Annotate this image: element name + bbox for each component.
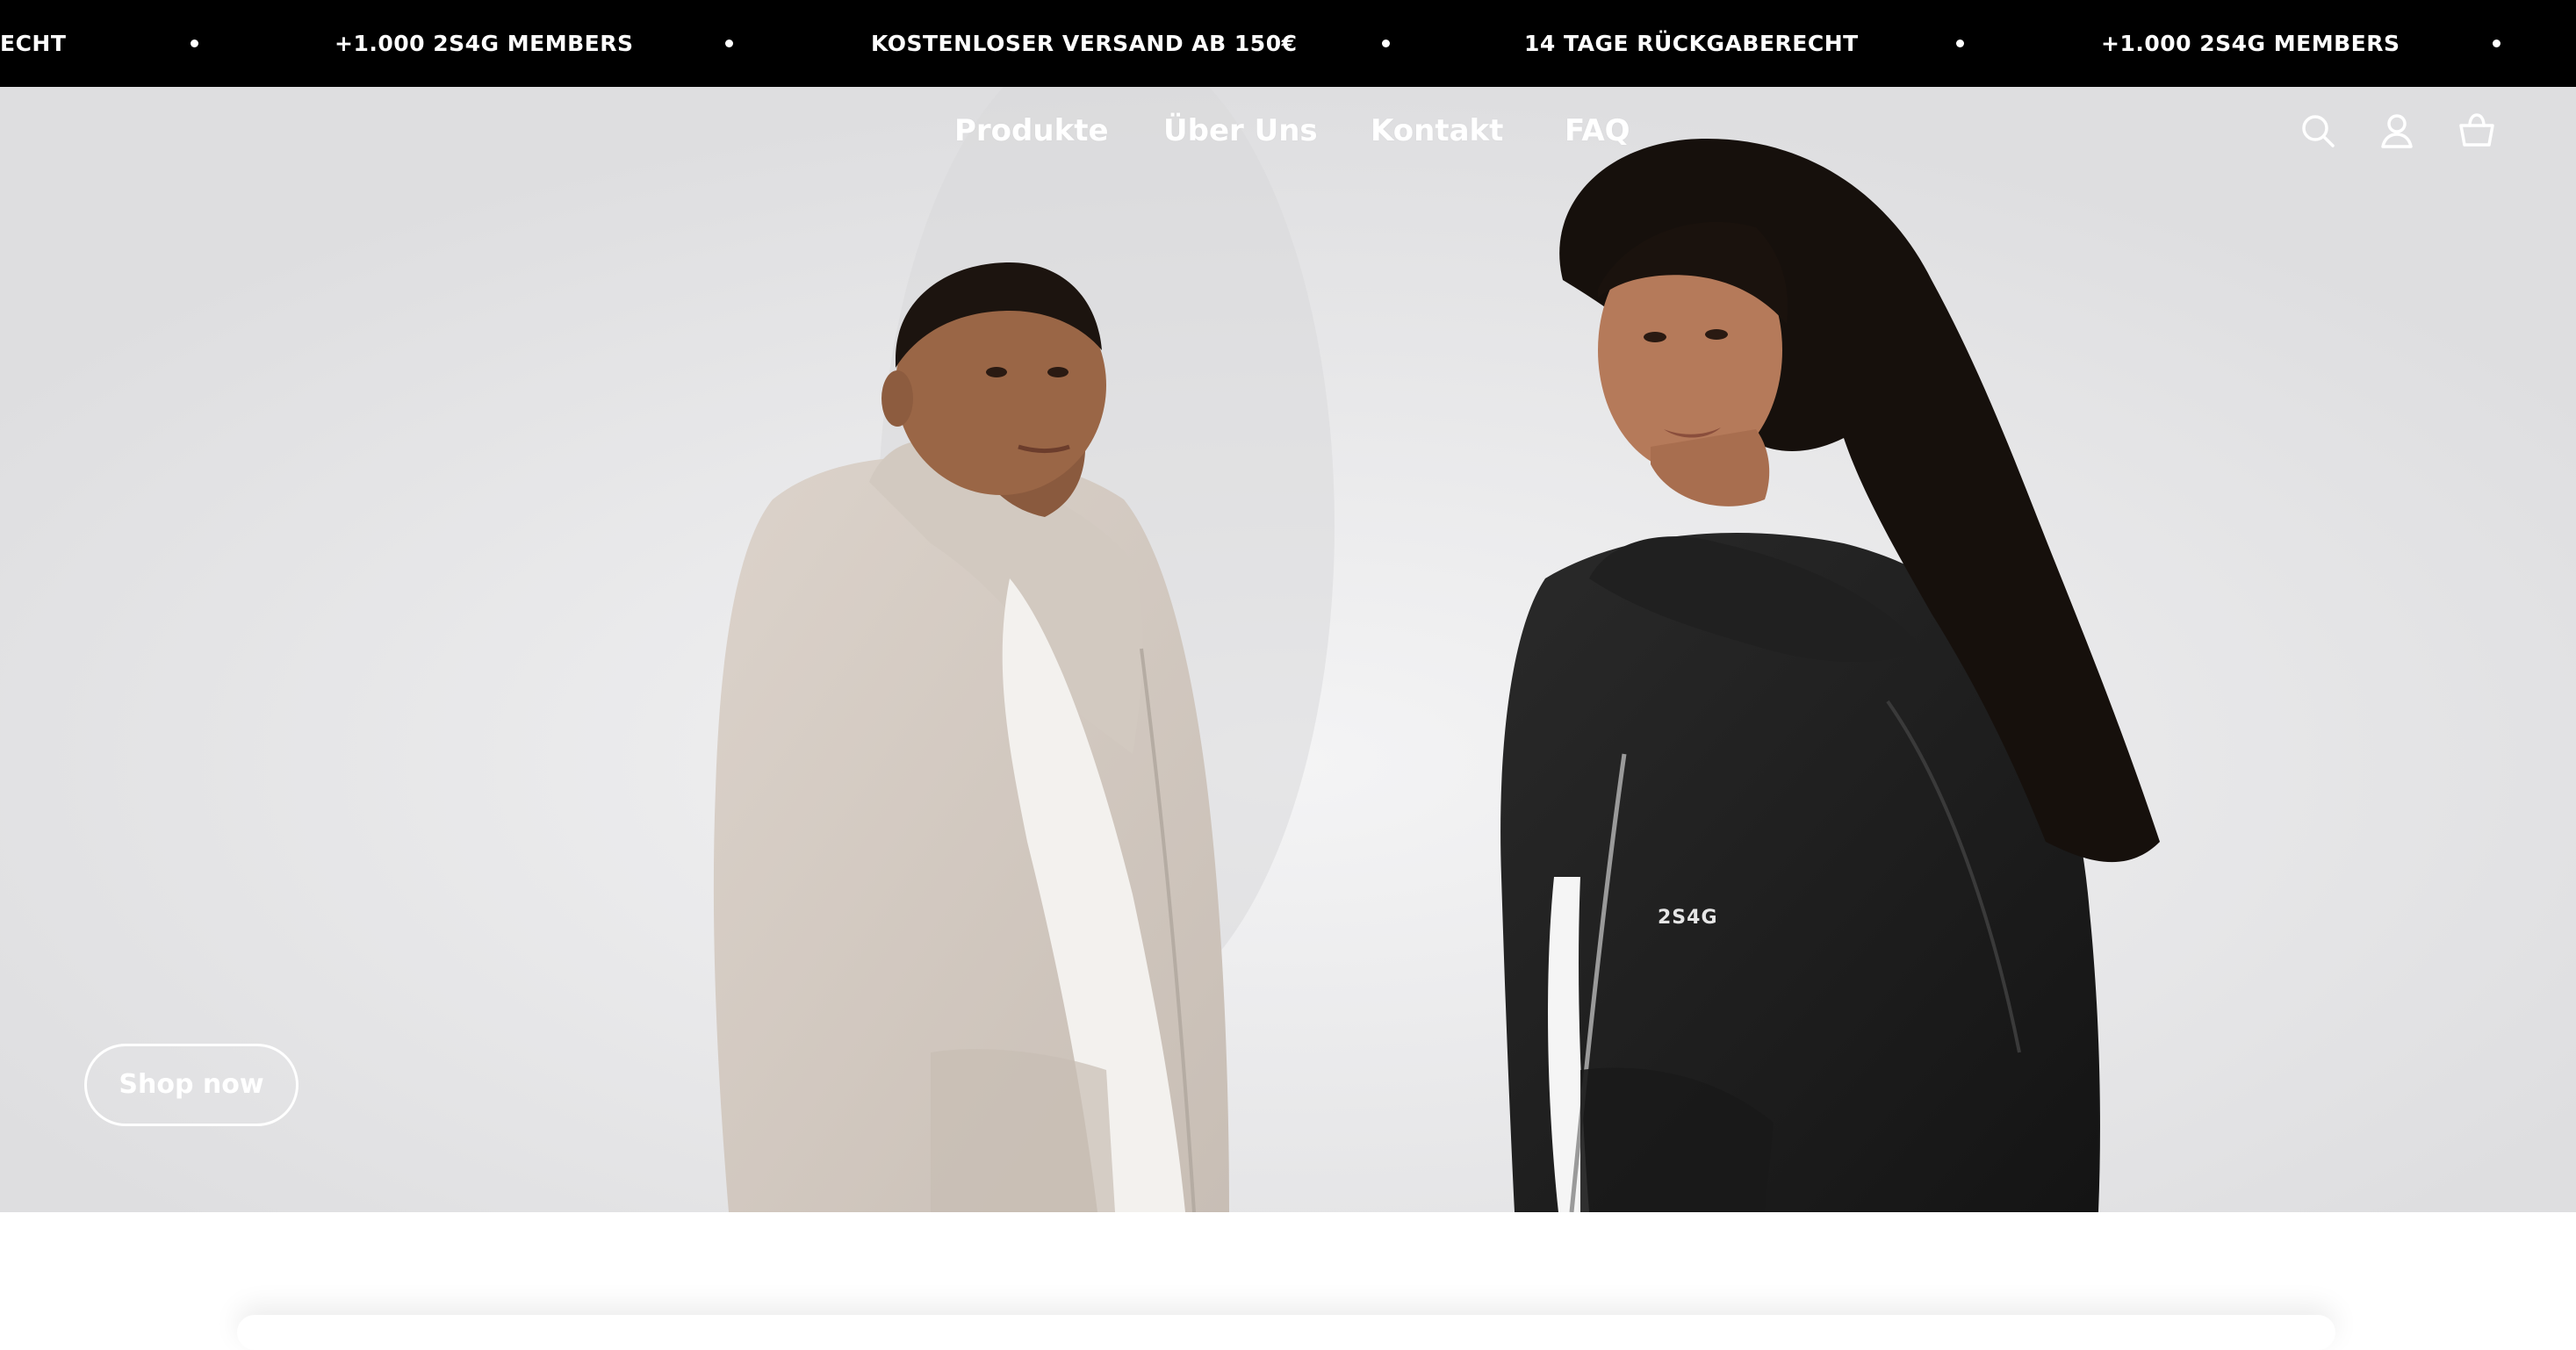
cart-icon[interactable] bbox=[2456, 110, 2498, 152]
account-icon[interactable] bbox=[2376, 110, 2418, 152]
content-card-edge bbox=[237, 1315, 2335, 1350]
main-navigation: Produkte Über Uns Kontakt FAQ bbox=[0, 87, 2576, 175]
separator-dot bbox=[1382, 39, 1390, 47]
announcement-item: KOSTENLOSER VERSAND AB 150€ bbox=[871, 31, 1298, 56]
announcement-item: +1.000 2S4G MEMBERS bbox=[2101, 31, 2400, 56]
separator-dot bbox=[1956, 39, 1964, 47]
nav-link-ueber-uns[interactable]: Über Uns bbox=[1163, 87, 1318, 175]
announcement-item: ECHT bbox=[0, 31, 67, 56]
nav-link-produkte[interactable]: Produkte bbox=[954, 87, 1109, 175]
announcement-item: +1.000 2S4G MEMBERS bbox=[335, 31, 634, 56]
separator-dot bbox=[191, 39, 198, 47]
nav-link-faq[interactable]: FAQ bbox=[1565, 87, 1630, 175]
shop-now-button[interactable]: Shop now bbox=[84, 1044, 299, 1126]
search-icon[interactable] bbox=[2297, 110, 2339, 152]
announcement-item: 14 TAGE RÜCKGABERECHT bbox=[1524, 31, 1859, 56]
hero-section: 2S4G bbox=[0, 87, 2576, 1212]
separator-dot bbox=[725, 39, 733, 47]
hero-image: 2S4G bbox=[0, 87, 2576, 1212]
jacket-logo-print: 2S4G bbox=[1658, 907, 1718, 929]
nav-link-kontakt[interactable]: Kontakt bbox=[1371, 87, 1503, 175]
separator-dot bbox=[2493, 39, 2500, 47]
announcement-bar: ECHT +1.000 2S4G MEMBERS KOSTENLOSER VER… bbox=[0, 0, 2576, 87]
